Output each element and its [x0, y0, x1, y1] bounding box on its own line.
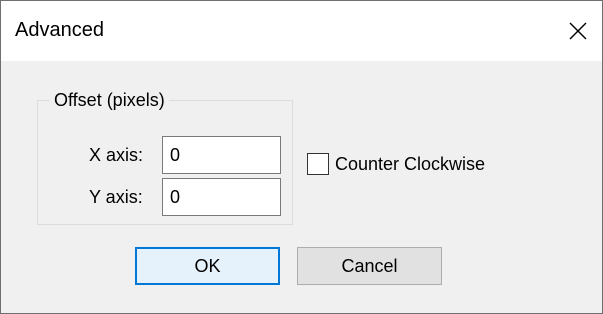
x-axis-input[interactable] [162, 136, 281, 174]
counter-clockwise-label: Counter Clockwise [335, 154, 486, 174]
y-axis-input[interactable] [162, 178, 281, 216]
dialog-title: Advanced [15, 19, 104, 41]
title-bar: Advanced [1, 1, 602, 61]
close-icon [568, 21, 588, 41]
close-button[interactable] [554, 1, 602, 61]
counter-clockwise-checkbox[interactable]: Counter Clockwise [307, 152, 485, 176]
advanced-dialog: Advanced Offset (pixels) X axis: Y axis:… [0, 0, 603, 314]
cancel-button[interactable]: Cancel [297, 247, 442, 285]
x-axis-label: X axis: [89, 145, 144, 165]
checkbox-box[interactable] [307, 153, 329, 175]
cancel-button-label: Cancel [341, 255, 398, 276]
offset-group-legend: Offset (pixels) [50, 89, 169, 111]
ok-button[interactable]: OK [135, 247, 280, 285]
ok-button-label: OK [194, 255, 221, 276]
y-axis-label: Y axis: [89, 187, 143, 207]
